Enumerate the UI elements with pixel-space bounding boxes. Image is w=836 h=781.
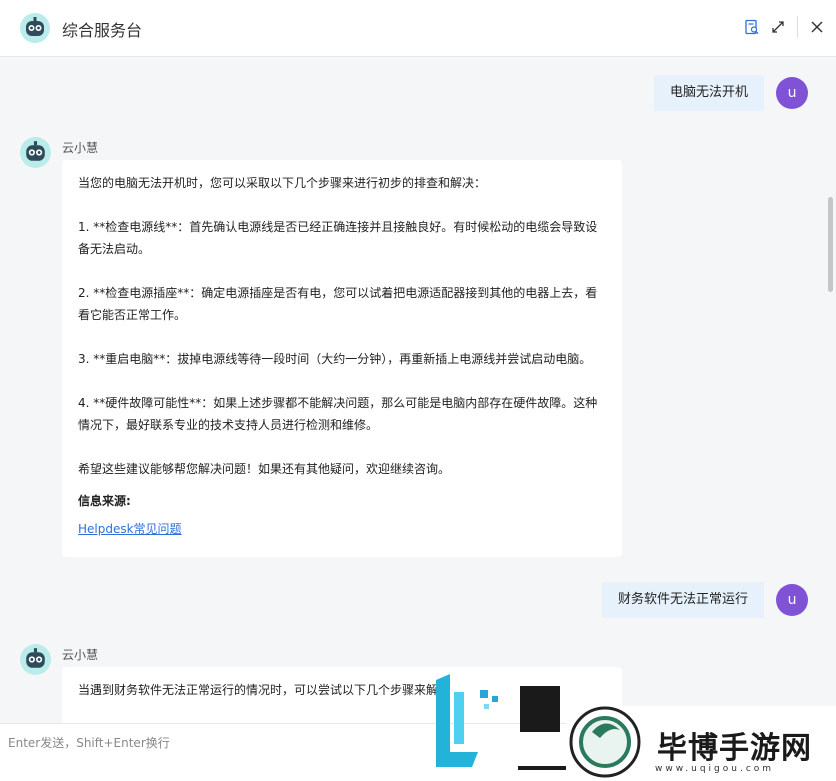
close-icon[interactable] xyxy=(808,18,826,36)
bot-message-paragraph: 4. **硬件故障可能性**：如果上述步骤都不能解决问题，那么可能是电脑内部存在… xyxy=(78,396,598,432)
bot-message-paragraph: 2. **检查电源插座**：确定电源插座是否有电，您可以试着把电源适配器接到其他… xyxy=(78,286,598,322)
bot-avatar-icon xyxy=(20,644,51,675)
header: 综合服务台 xyxy=(0,0,836,57)
bot-message-paragraph: 当您的电脑无法开机时，您可以采取以下几个步骤来进行初步的排查和解决： xyxy=(78,176,487,190)
bot-message-paragraph: 1. **检查电源线**：首先确认电源线是否已经正确连接并且接触良好。有时候松动… xyxy=(78,220,598,256)
bot-message-paragraph: 希望这些建议能够帮您解决问题！如果还有其他疑问，欢迎继续咨询。 xyxy=(78,462,451,476)
bot-name: 云小慧 xyxy=(62,141,99,155)
user-message-bubble: 电脑无法开机 xyxy=(653,75,764,111)
message-input[interactable] xyxy=(8,732,428,754)
header-divider xyxy=(797,16,798,38)
user-message: 财务软件无法正常运行 u xyxy=(601,582,808,618)
robot-logo-icon xyxy=(20,13,50,43)
bot-name: 云小慧 xyxy=(62,648,99,662)
watermark-text: 毕博手游网 xyxy=(657,731,812,766)
expand-icon[interactable] xyxy=(769,18,787,36)
watermark-url: www.uqigou.com xyxy=(655,764,775,774)
source-title: 信息来源: xyxy=(78,494,131,508)
document-search-icon[interactable] xyxy=(743,18,761,36)
user-message: 电脑无法开机 u xyxy=(653,75,808,111)
user-avatar: u xyxy=(776,77,808,109)
chat-scrollbar[interactable] xyxy=(828,197,833,292)
page-title: 综合服务台 xyxy=(62,21,143,40)
bot-message-paragraph: 3. **重启电脑**：拔掉电源线等待一段时间（大约一分钟），再重新插上电源线并… xyxy=(78,352,592,366)
source-link[interactable]: Helpdesk常见问题 xyxy=(78,522,182,536)
bot-avatar-icon xyxy=(20,137,51,168)
bot-message-bubble: 当您的电脑无法开机时，您可以采取以下几个步骤来进行初步的排查和解决： 1. **… xyxy=(62,160,622,557)
chat-area[interactable]: 电脑无法开机 u 云小慧 当您的电脑无法开机时，您可以采取以下几个步骤来进行初步… xyxy=(0,57,836,723)
user-message-bubble: 财务软件无法正常运行 xyxy=(601,582,764,618)
user-avatar: u xyxy=(776,584,808,616)
